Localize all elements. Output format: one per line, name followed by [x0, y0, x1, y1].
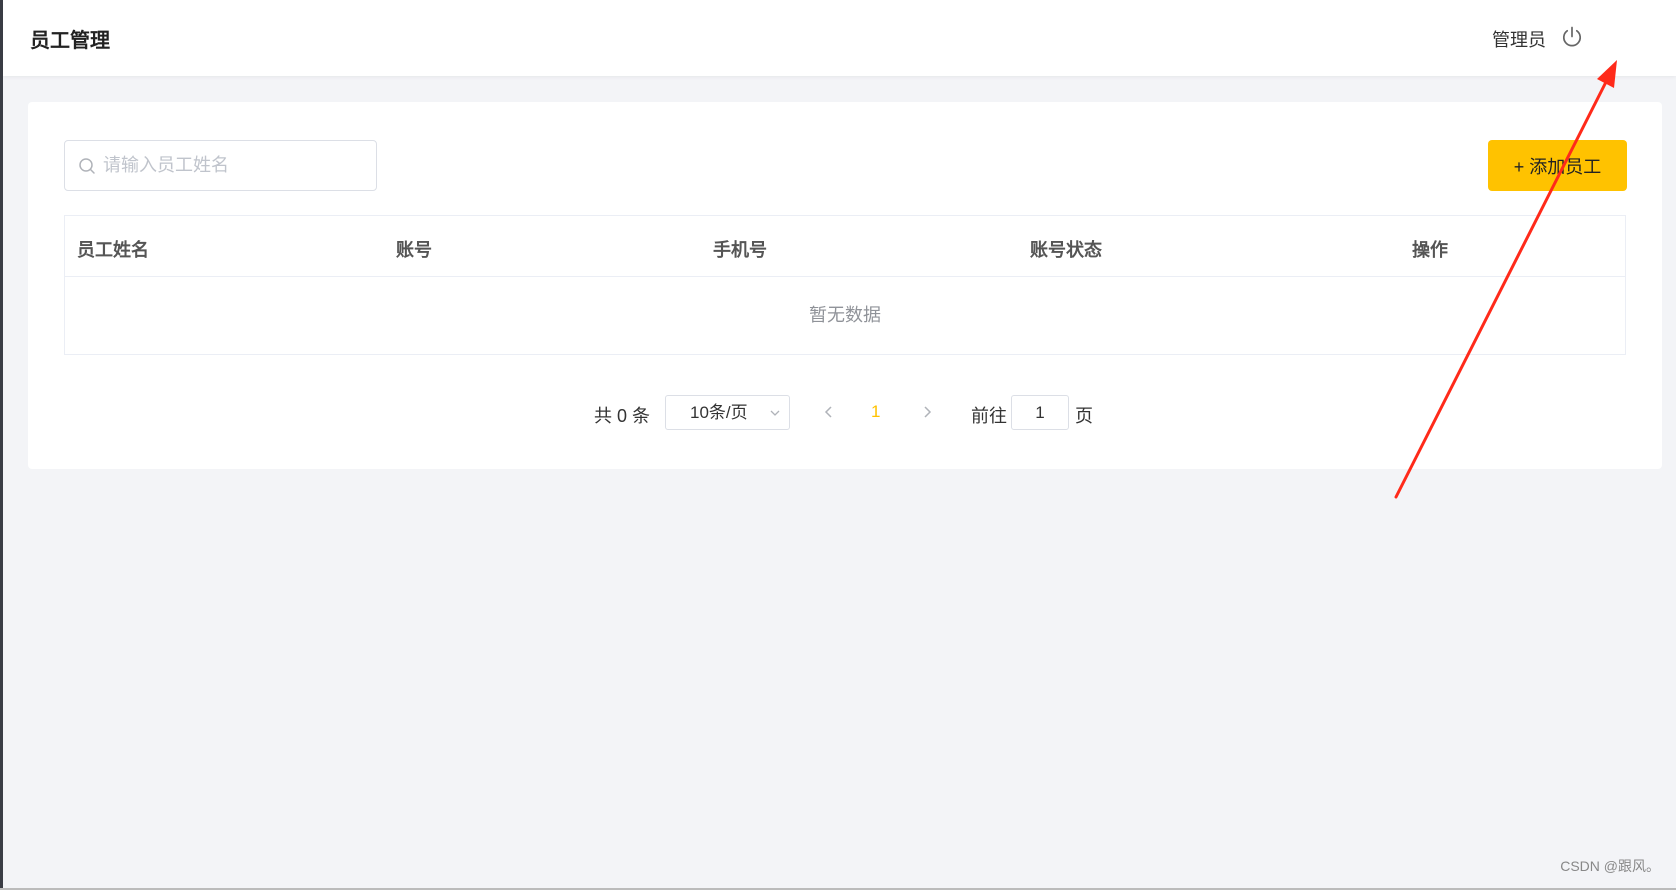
employee-card: + 添加员工 员工姓名 账号 手机号 账号状态 操作 暂无数据 共 0 条 10…	[28, 102, 1662, 469]
page-title: 员工管理	[30, 30, 110, 52]
page-size-select[interactable]: 10条/页	[665, 395, 790, 430]
top-header: 员工管理 管理员	[3, 0, 1676, 76]
column-header-account: 账号	[396, 240, 432, 260]
search-icon	[79, 158, 95, 174]
pagination: 共 0 条 10条/页 1 前往 页	[28, 395, 1662, 431]
column-header-status: 账号状态	[1030, 240, 1102, 260]
column-header-phone: 手机号	[713, 240, 767, 260]
search-input[interactable]	[103, 142, 363, 189]
column-header-actions: 操作	[1412, 240, 1448, 260]
watermark: CSDN @跟风。	[1560, 858, 1660, 874]
search-field[interactable]	[64, 140, 377, 191]
pagination-total: 共 0 条	[594, 406, 651, 426]
power-icon[interactable]	[1560, 25, 1584, 49]
column-header-name: 员工姓名	[77, 240, 149, 260]
user-name: 管理员	[1492, 30, 1546, 50]
empty-table-text: 暂无数据	[809, 305, 881, 325]
page-size-value: 10条/页	[690, 403, 748, 422]
chevron-down-icon	[770, 410, 780, 416]
chevron-left-icon[interactable]	[820, 403, 838, 421]
chevron-right-icon[interactable]	[918, 403, 936, 421]
table-header: 员工姓名 账号 手机号 账号状态 操作	[65, 216, 1625, 277]
page-suffix-label: 页	[1075, 406, 1093, 426]
goto-page-input[interactable]	[1011, 395, 1069, 430]
add-employee-button[interactable]: + 添加员工	[1488, 140, 1627, 191]
page-number-current[interactable]: 1	[871, 402, 880, 422]
employee-table: 员工姓名 账号 手机号 账号状态 操作 暂无数据	[64, 215, 1626, 355]
goto-label: 前往	[971, 406, 1007, 426]
window-left-border	[0, 0, 3, 890]
